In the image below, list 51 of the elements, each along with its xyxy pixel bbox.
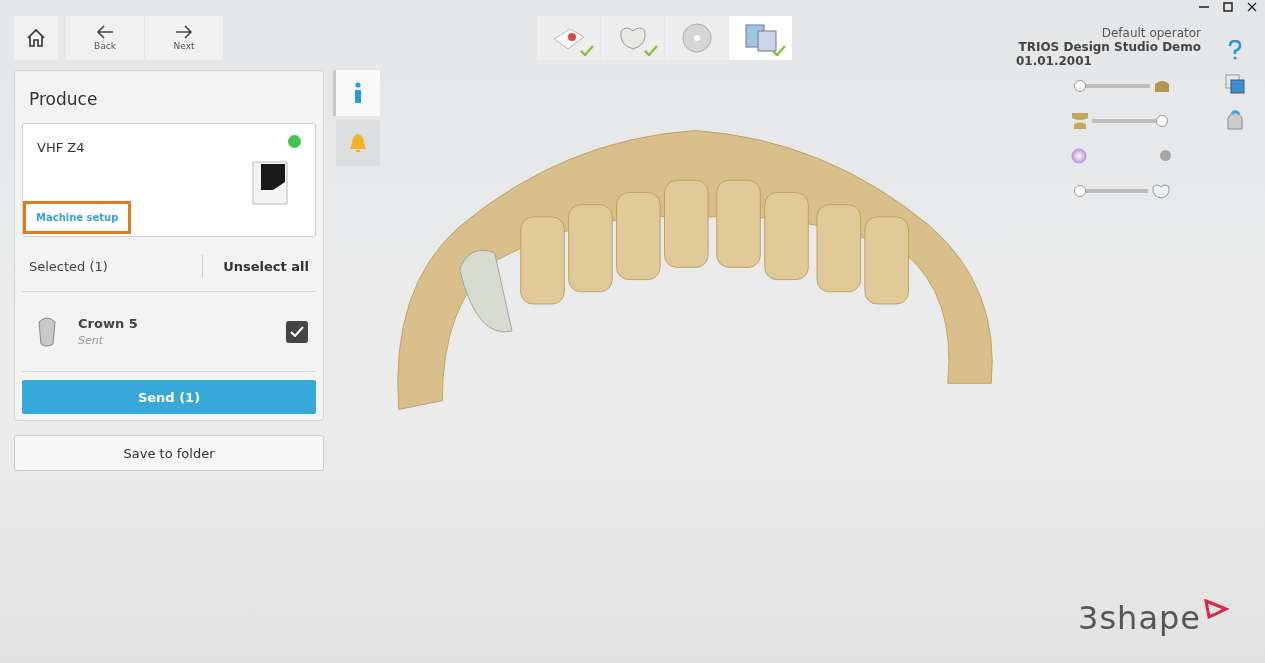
crown-icon bbox=[617, 25, 648, 51]
die-model-icon bbox=[1153, 78, 1171, 93]
tooth-view-icon[interactable] bbox=[1225, 108, 1245, 130]
item-status: Sent bbox=[78, 334, 105, 347]
item-name: Crown 5 bbox=[78, 316, 139, 331]
info-button[interactable] bbox=[336, 70, 380, 116]
back-button[interactable]: Back bbox=[66, 16, 144, 60]
antagonist-model-icon bbox=[1071, 111, 1089, 130]
operator-label: Default operator bbox=[1101, 26, 1201, 40]
minimize-icon bbox=[1199, 6, 1209, 8]
bell-icon bbox=[349, 133, 367, 153]
panel-title: Produce bbox=[28, 88, 99, 111]
machine-name: VHF Z4 bbox=[37, 140, 86, 155]
cube-view-icon[interactable] bbox=[1225, 74, 1245, 94]
help-icon[interactable] bbox=[1228, 40, 1242, 60]
info-icon bbox=[353, 82, 363, 104]
unselect-all-button[interactable]: Unselect all bbox=[202, 255, 309, 277]
slider-thumb[interactable] bbox=[1074, 184, 1086, 197]
operator-date: 01.01.2001 bbox=[1016, 54, 1092, 68]
workflow-step[interactable] bbox=[537, 16, 600, 60]
workflow-step[interactable] bbox=[665, 16, 728, 60]
color-wheel-icon bbox=[1071, 147, 1087, 164]
home-button[interactable] bbox=[14, 16, 58, 60]
slider-thumb[interactable] bbox=[1156, 114, 1168, 127]
selected-count: Selected (1) bbox=[29, 258, 108, 274]
close-button[interactable] bbox=[1245, 0, 1259, 14]
crown-icon bbox=[1151, 182, 1171, 199]
workflow-step[interactable] bbox=[729, 16, 792, 60]
checkmark-icon bbox=[644, 45, 658, 56]
crown-icon bbox=[36, 315, 58, 348]
maximize-icon bbox=[1223, 2, 1233, 12]
operator-name: TRIOS Design Studio Demo bbox=[1018, 40, 1201, 54]
close-icon bbox=[1247, 2, 1257, 12]
disc-icon bbox=[681, 23, 712, 53]
brand-logo: 3shape bbox=[1078, 599, 1201, 637]
checkmark-icon bbox=[772, 45, 786, 56]
home-icon bbox=[26, 28, 46, 48]
item-checkbox[interactable] bbox=[286, 320, 308, 343]
checkmark-icon bbox=[580, 45, 594, 56]
save-to-folder-button[interactable]: Save to folder bbox=[14, 435, 324, 471]
workflow-step[interactable] bbox=[601, 16, 664, 60]
machine-card[interactable]: VHF Z4 Machine setup bbox=[22, 123, 316, 237]
alert-button[interactable] bbox=[336, 120, 380, 166]
right-arrow-icon bbox=[175, 25, 193, 39]
maximize-button[interactable] bbox=[1221, 0, 1235, 14]
triangle-logo-icon bbox=[1203, 599, 1229, 619]
checkmark-icon bbox=[290, 326, 304, 337]
slider-thumb[interactable] bbox=[1074, 79, 1086, 92]
toggle-knob[interactable] bbox=[1160, 150, 1171, 161]
next-button[interactable]: Next bbox=[145, 16, 223, 60]
left-arrow-icon bbox=[96, 25, 114, 39]
